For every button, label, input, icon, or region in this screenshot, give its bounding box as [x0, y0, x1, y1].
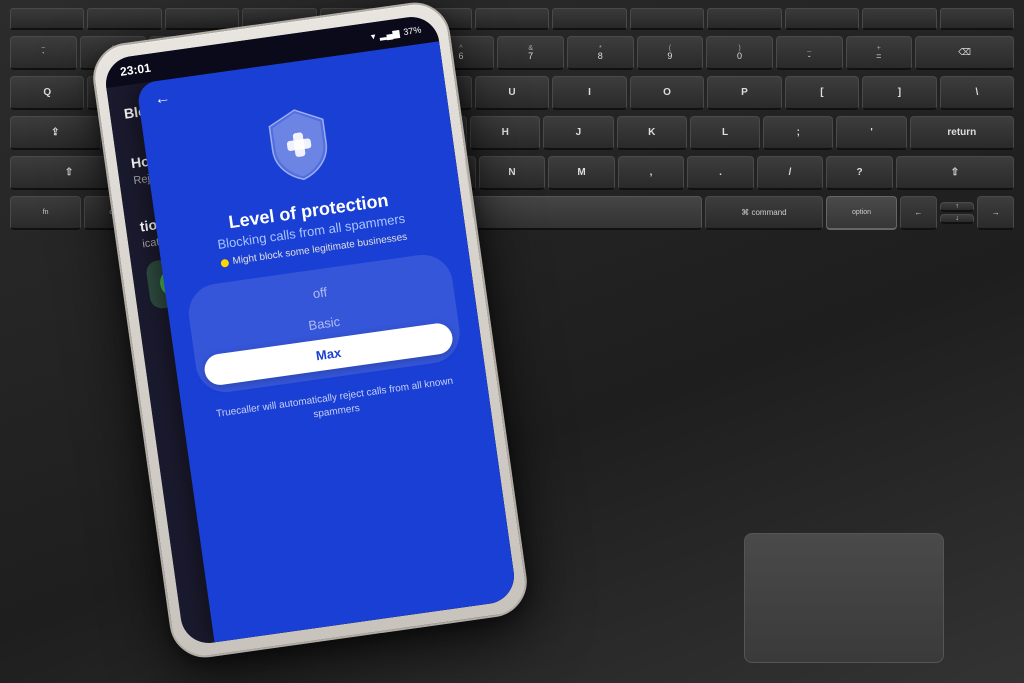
l-key[interactable]: L	[690, 116, 760, 150]
backslash-key[interactable]: \	[940, 76, 1014, 110]
f10-key[interactable]	[785, 8, 859, 30]
arrow-right-key[interactable]: →	[977, 196, 1014, 230]
overlay-body: Level of protection Blocking calls from …	[140, 69, 491, 456]
shield-icon	[259, 100, 339, 189]
i-key[interactable]: I	[552, 76, 626, 110]
0-key[interactable]: )0	[706, 36, 773, 70]
quote-key[interactable]: '	[836, 116, 906, 150]
f2-key[interactable]	[165, 8, 239, 30]
n-key[interactable]: N	[479, 156, 546, 190]
fn-key-row	[0, 8, 1024, 30]
f8-key[interactable]	[630, 8, 704, 30]
k-key[interactable]: K	[617, 116, 687, 150]
arrow-left-key[interactable]: ←	[900, 196, 937, 230]
semicolon-key[interactable]: ;	[763, 116, 833, 150]
period-key[interactable]: .	[687, 156, 754, 190]
o-key[interactable]: O	[630, 76, 704, 110]
j-key[interactable]: J	[543, 116, 613, 150]
status-time: 23:01	[119, 61, 151, 79]
caps-key[interactable]: ⇪	[10, 116, 101, 150]
minus-key[interactable]: _-	[776, 36, 843, 70]
shift-right-key[interactable]: ⇧	[896, 156, 1014, 190]
shield-container	[259, 100, 340, 194]
fn-key[interactable]: fn	[10, 196, 81, 230]
8-key[interactable]: *8	[567, 36, 634, 70]
bracket-open-key[interactable]: [	[785, 76, 859, 110]
f9-key[interactable]	[707, 8, 781, 30]
options-container: off Basic Max	[185, 251, 464, 396]
backtick-key[interactable]: ~`	[10, 36, 77, 70]
f11-key[interactable]	[862, 8, 936, 30]
warning-dot-icon	[220, 258, 229, 267]
f6-key[interactable]	[475, 8, 549, 30]
m-key[interactable]: M	[548, 156, 615, 190]
esc-key[interactable]	[10, 8, 84, 30]
equals-key[interactable]: +=	[846, 36, 913, 70]
f1-key[interactable]	[87, 8, 161, 30]
9-key[interactable]: (9	[637, 36, 704, 70]
f7-key[interactable]	[552, 8, 626, 30]
question-key[interactable]: ?	[826, 156, 893, 190]
status-icons: ▾ ▂▄▆ 37%	[370, 24, 422, 42]
return-key[interactable]: return	[910, 116, 1014, 150]
phone-screen: 23:01 ▾ ▂▄▆ 37% Block settings How to bl…	[102, 13, 517, 646]
bracket-close-key[interactable]: ]	[862, 76, 936, 110]
q-key[interactable]: Q	[10, 76, 84, 110]
arrow-up-key[interactable]: ↑	[940, 202, 975, 212]
back-button[interactable]: ←	[153, 89, 171, 109]
arrow-down-key[interactable]: ↓	[940, 214, 975, 224]
p-key[interactable]: P	[707, 76, 781, 110]
f12-key[interactable]	[940, 8, 1014, 30]
u-key[interactable]: U	[475, 76, 549, 110]
7-key[interactable]: &7	[497, 36, 564, 70]
option-right-key[interactable]: option	[826, 196, 897, 230]
battery-icon: 37%	[403, 25, 422, 37]
h-key[interactable]: H	[470, 116, 540, 150]
command-right-key[interactable]: ⌘ command	[705, 196, 823, 230]
slash-key[interactable]: /	[757, 156, 824, 190]
trackpad[interactable]	[744, 533, 944, 663]
backspace-key[interactable]: ⌫	[915, 36, 1014, 70]
signal-icon: ▂▄▆	[379, 27, 401, 41]
wifi-icon: ▾	[370, 31, 376, 43]
comma-key[interactable]: ,	[618, 156, 685, 190]
